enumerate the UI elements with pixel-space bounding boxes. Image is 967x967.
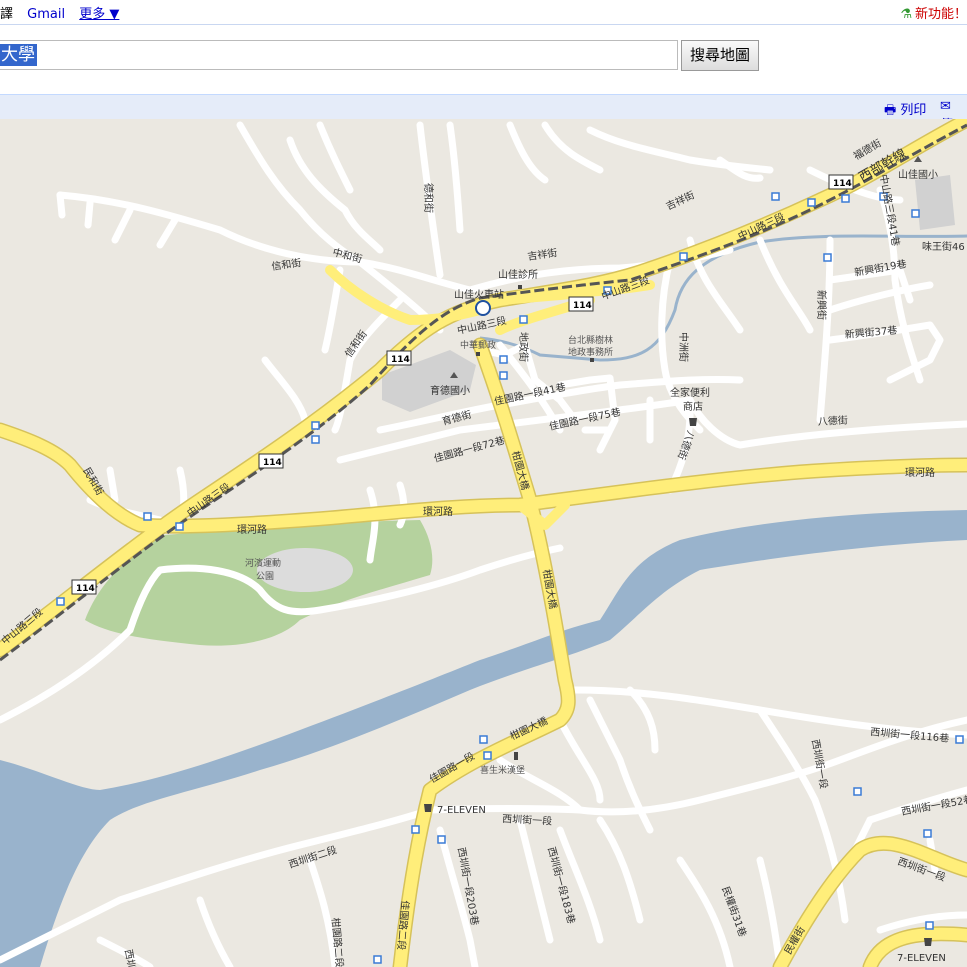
label-xizhen-203: 西圳街一段203巷 — [455, 846, 482, 926]
top-links: 譯 Gmail 更多 ▼ — [0, 3, 129, 22]
label-dehe-st: 德和街 — [422, 183, 435, 213]
label-xinhe-a: 信和街 — [271, 256, 303, 273]
station-marker-icon — [475, 300, 491, 316]
new-features-label: 新功能！ — [914, 7, 967, 22]
route-shield-2: 114 — [568, 296, 594, 312]
label-xinxing-37: 新興街37巷 — [844, 323, 898, 341]
label-park-1: 河濱運動 — [245, 557, 281, 569]
label-clinic: 山佳診所 — [498, 268, 538, 281]
label-familymart-1: 全家便利 — [670, 386, 710, 399]
label-huanhe-b: 環河路 — [423, 505, 453, 518]
post-marker-icon — [476, 352, 480, 356]
label-zhongzhou-st: 中洲街 — [677, 332, 690, 362]
label-yude-school: 育德國小 — [430, 384, 470, 397]
route-shield-4-label: 114 — [263, 458, 282, 468]
label-huanhe-a: 環河路 — [237, 523, 267, 536]
search-input[interactable]: 大學 — [0, 40, 678, 70]
route-shield-3: 114 — [386, 350, 412, 366]
print-label: 列印 — [900, 103, 927, 118]
shanjia-school-block — [915, 175, 955, 230]
label-post: 中華郵政 — [460, 339, 496, 351]
search-row: 大學 搜尋地圖 — [0, 40, 760, 72]
more-link[interactable]: 更多 ▼ — [79, 7, 119, 22]
labs-flask-icon: ⚗ — [900, 7, 912, 22]
route-shield-1-label: 114 — [833, 179, 852, 189]
gmail-link[interactable]: Gmail — [27, 7, 65, 22]
clinic-marker-icon — [518, 285, 522, 289]
shop-marker-icon — [689, 418, 697, 426]
map-toolbar: 🖶 列印 ✉ 傳 — [0, 94, 967, 133]
seven-eleven-marker-icon — [424, 804, 432, 812]
envelope-icon: ✉ — [940, 99, 951, 114]
label-land-office-1: 台北縣樹林 — [568, 334, 613, 346]
label-dizheng-st: 地政街 — [517, 332, 530, 362]
label-xinxing-st: 新興街 — [815, 290, 828, 320]
translate-link[interactable]: 譯 — [0, 7, 13, 22]
sports-field — [257, 548, 353, 592]
label-jixiang-a: 吉祥街 — [527, 246, 559, 263]
route-shield-5: 114 — [71, 579, 97, 595]
route-shield-2-label: 114 — [573, 301, 592, 311]
label-weiwang-st: 味王街46 — [922, 240, 965, 253]
label-minquan-31: 民權街31巷 — [719, 885, 749, 939]
label-station: 山佳火車站 — [454, 288, 504, 301]
top-bar: 譯 Gmail 更多 ▼ ⚗ 新功能！ — [0, 0, 967, 25]
label-xizhen-1-b: 西圳街一段 — [502, 812, 553, 828]
label-seven-eleven-b: 7-ELEVEN — [897, 953, 946, 964]
label-park-2: 公園 — [256, 571, 274, 582]
label-bade-b: 八德街 — [675, 429, 697, 462]
search-maps-button[interactable]: 搜尋地圖 — [681, 40, 759, 71]
label-seven-eleven-a: 7-ELEVEN — [437, 805, 486, 816]
label-land-office-2: 地政事務所 — [568, 346, 613, 358]
land-office-marker-icon — [590, 358, 594, 362]
label-xinhe-b: 信和街 — [342, 328, 370, 360]
label-huanhe-c: 環河路 — [905, 466, 935, 479]
restaurant-marker-icon — [514, 752, 518, 760]
map-svg: 114 114 114 114 114 中山路三段 中山路三段 中山路三段 中山… — [0, 119, 967, 967]
label-jiayuan-72: 佳園路一段72巷 — [432, 434, 506, 465]
route-shield-1: 114 — [828, 174, 854, 190]
route-shield-5-label: 114 — [76, 584, 95, 594]
label-burger: 喜生米漢堡 — [480, 764, 525, 776]
label-jixiang-b: 吉祥街 — [664, 188, 697, 212]
label-shanjia-school: 山佳國小 — [898, 168, 938, 181]
map-canvas[interactable]: 114 114 114 114 114 中山路三段 中山路三段 中山路三段 中山… — [0, 119, 967, 967]
new-features-link[interactable]: ⚗ 新功能！ — [900, 3, 967, 22]
route-shield-4: 114 — [258, 453, 284, 469]
printer-icon: 🖶 — [884, 103, 897, 118]
seven-eleven-marker-2-icon — [924, 938, 932, 946]
label-familymart-2: 商店 — [683, 400, 703, 413]
route-shield-3-label: 114 — [391, 355, 410, 365]
search-query-text: 大學 — [0, 44, 37, 66]
